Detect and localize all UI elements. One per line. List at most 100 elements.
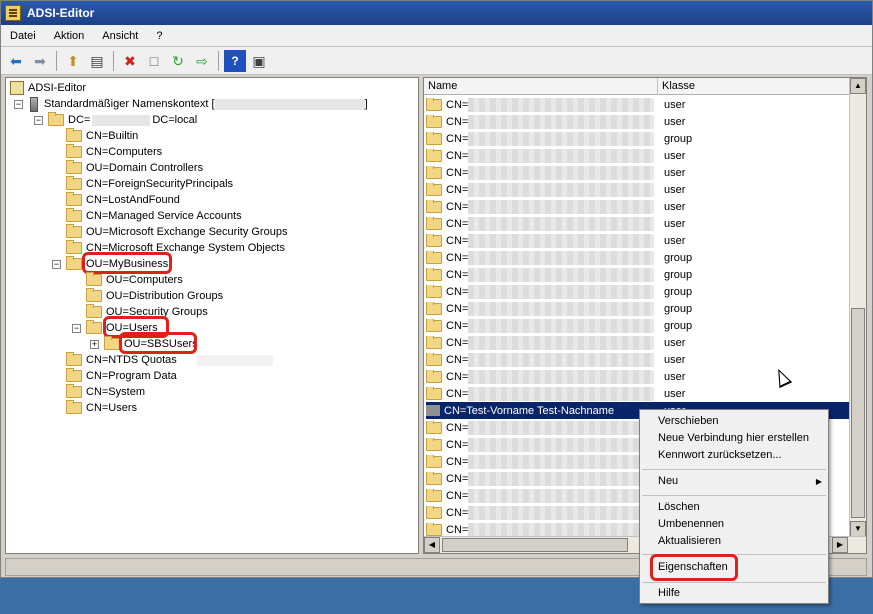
tree-item[interactable]: CN=System (66, 384, 145, 400)
menu-item-kennwort-zuruecksetzen[interactable]: Kennwort zurücksetzen... (640, 447, 828, 464)
tree-item[interactable]: CN=Builtin (66, 128, 138, 144)
collapse-icon[interactable]: − (34, 116, 43, 125)
tree-item[interactable]: CN=Program Data (66, 368, 177, 384)
tree-domain[interactable]: DC= DC=local (48, 112, 197, 128)
folder-icon (426, 148, 442, 162)
tree-root-label: ADSI-Editor (28, 82, 87, 94)
menu-help[interactable]: ? (147, 30, 171, 42)
help-icon[interactable]: ? (224, 49, 246, 72)
collapse-icon[interactable]: − (52, 260, 61, 269)
show-hide-tree-icon[interactable]: ▤ (86, 50, 108, 72)
redacted-name (468, 165, 655, 180)
tree-item[interactable]: OU=Distribution Groups (86, 288, 223, 304)
redacted-name (468, 522, 655, 537)
list-item-name: CN= (426, 114, 660, 129)
folder-icon (104, 336, 120, 350)
tree-root[interactable]: ADSI-Editor (10, 80, 86, 96)
list-item-name: CN= (426, 216, 660, 231)
redacted-name (468, 454, 655, 469)
back-icon[interactable]: ⬅ (5, 50, 27, 72)
list-item[interactable]: CN= group (426, 317, 850, 334)
scroll-up-icon[interactable]: ▲ (850, 78, 866, 94)
scroll-down-icon[interactable]: ▼ (850, 521, 866, 537)
list-item[interactable]: CN= user (426, 96, 850, 113)
scroll-thumb[interactable] (442, 538, 628, 552)
forward-icon[interactable]: ➡ (29, 50, 51, 72)
collapse-icon[interactable]: − (14, 100, 23, 109)
list-item[interactable]: CN= group (426, 130, 850, 147)
tree-item-label: CN=Computers (86, 146, 163, 158)
menu-item-umbenennen[interactable]: Umbenennen (640, 516, 828, 533)
export-icon[interactable]: ⇨ (191, 50, 213, 72)
vertical-scrollbar[interactable]: ▲ ▼ (849, 78, 866, 538)
menu-item-aktualisieren[interactable]: Aktualisieren (640, 533, 828, 550)
menu-datei[interactable]: Datei (1, 30, 45, 42)
list-item[interactable]: CN= user (426, 215, 850, 232)
console-icon[interactable]: ▣ (248, 50, 270, 72)
list-item-class: user (664, 336, 686, 349)
scroll-left-icon[interactable]: ◀ (424, 537, 440, 553)
tree-pane[interactable]: ADSI-Editor − Standardmäßiger Namenskont… (5, 77, 419, 554)
server-icon (30, 96, 38, 112)
list-item-name: CN= (426, 505, 660, 520)
menu-aktion[interactable]: Aktion (45, 30, 94, 42)
folder-icon (66, 384, 82, 398)
menu-item-loeschen[interactable]: Löschen (640, 499, 828, 516)
tree-naming-context[interactable]: Standardmäßiger Namenskontext [ ] (28, 96, 368, 112)
list-item-name: CN= (426, 454, 660, 469)
list-item-name-text: CN= (446, 370, 469, 383)
tree-item-label: OU=Computers (106, 274, 183, 286)
tree-item[interactable]: OU=Domain Controllers (66, 160, 203, 176)
expand-icon[interactable]: + (90, 340, 99, 349)
menu-ansicht[interactable]: Ansicht (93, 30, 147, 42)
tree-item[interactable]: OU=Computers (86, 272, 183, 288)
folder-icon (426, 471, 442, 485)
list-item-name-text: CN= (446, 200, 469, 213)
list-item-name-text: CN= (446, 421, 469, 434)
tree-item[interactable]: CN=Computers (66, 144, 162, 160)
list-header: Name Klasse (424, 78, 866, 95)
redacted-name (468, 488, 655, 503)
list-item[interactable]: CN= user (426, 232, 850, 249)
list-item[interactable]: CN= user (426, 181, 850, 198)
list-item[interactable]: CN= user (426, 164, 850, 181)
list-item[interactable]: CN= group (426, 249, 850, 266)
list-item[interactable]: CN= group (426, 283, 850, 300)
list-item-name-text: CN= (446, 336, 469, 349)
list-item-name-text: CN= (446, 234, 469, 247)
folder-icon (86, 320, 102, 334)
tree-item[interactable]: OU=Microsoft Exchange Security Groups (66, 224, 287, 240)
list-item[interactable]: CN= user (426, 334, 850, 351)
toolbar-separator (56, 50, 57, 71)
list-item[interactable]: CN= group (426, 300, 850, 317)
tree-item[interactable]: CN=Managed Service Accounts (66, 208, 242, 224)
list-item[interactable]: CN= user (426, 147, 850, 164)
column-header-name[interactable]: Name (424, 78, 658, 95)
properties-icon[interactable]: □ (143, 50, 165, 72)
tree-item[interactable]: CN=LostAndFound (66, 192, 180, 208)
highlight-ring (82, 252, 172, 274)
list-item-name: CN= (426, 97, 660, 112)
list-item[interactable]: CN= user (426, 351, 850, 368)
scroll-thumb[interactable] (851, 308, 865, 518)
folder-icon (426, 522, 442, 536)
up-icon[interactable]: ⬆ (62, 50, 84, 72)
list-item-name-text: CN= (446, 319, 469, 332)
list-item[interactable]: CN= user (426, 198, 850, 215)
tree-item[interactable]: CN=Users (66, 400, 137, 416)
column-header-class[interactable]: Klasse (658, 78, 850, 95)
menu-item-neue-verbindung[interactable]: Neue Verbindung hier erstellen (640, 430, 828, 447)
tree-item[interactable]: CN=NTDS Quotas (66, 352, 273, 368)
scroll-right-icon[interactable]: ▶ (832, 537, 848, 553)
menu-item-verschieben[interactable]: Verschieben (640, 413, 828, 430)
collapse-icon[interactable]: − (72, 324, 81, 333)
menu-item-neu[interactable]: Neu ▶ (640, 473, 828, 490)
list-item[interactable]: CN= user (426, 385, 850, 402)
refresh-icon[interactable]: ↻ (167, 50, 189, 72)
list-item[interactable]: CN= user (426, 113, 850, 130)
menu-item-hilfe[interactable]: Hilfe (640, 585, 828, 602)
list-item[interactable]: CN= group (426, 266, 850, 283)
delete-icon[interactable]: ✖ (119, 50, 141, 72)
folder-icon (66, 128, 82, 142)
tree-item[interactable]: CN=ForeignSecurityPrincipals (66, 176, 233, 192)
